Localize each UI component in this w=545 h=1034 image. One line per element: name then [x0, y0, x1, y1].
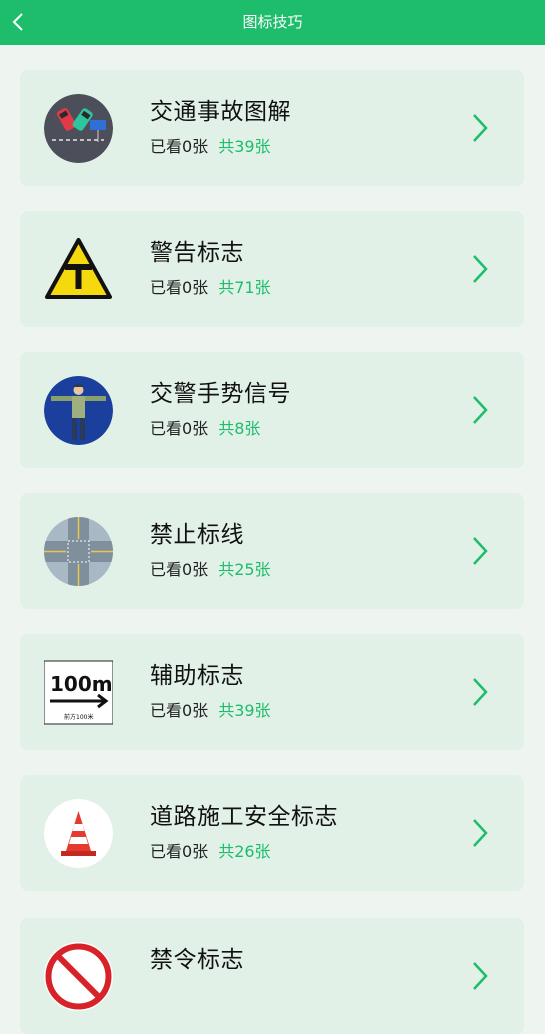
- chevron-right-icon: [473, 114, 488, 142]
- total-count: 共71张: [218, 278, 271, 297]
- total-count: 共8张: [218, 419, 261, 438]
- list-item-auxiliary[interactable]: 100m 前方100米 辅助标志 已看0张 共39张: [20, 634, 524, 750]
- item-title: 禁令标志: [150, 947, 244, 973]
- total-count: 共39张: [218, 701, 271, 720]
- item-title: 交通事故图解: [150, 99, 291, 125]
- seen-count: 已看0张: [150, 278, 209, 297]
- item-stats: 已看0张 共26张: [150, 838, 271, 862]
- chevron-right-icon: [473, 255, 488, 283]
- traffic-cone-icon: [44, 799, 113, 868]
- seen-count: 已看0张: [150, 842, 209, 861]
- total-count: 共25张: [218, 560, 271, 579]
- item-title: 禁止标线: [150, 522, 244, 548]
- chevron-right-icon: [473, 537, 488, 565]
- item-title: 警告标志: [150, 240, 244, 266]
- auxiliary-sign-icon: 100m 前方100米: [44, 658, 113, 727]
- prohibition-sign-icon: [44, 942, 113, 1011]
- list-item-police-gesture[interactable]: 交警手势信号 已看0张 共8张: [20, 352, 524, 468]
- list-item-warning[interactable]: 警告标志 已看0张 共71张: [20, 211, 524, 327]
- police-gesture-icon: [44, 376, 113, 445]
- chevron-right-icon: [473, 678, 488, 706]
- total-count: 共39张: [218, 137, 271, 156]
- item-title: 道路施工安全标志: [150, 804, 338, 830]
- item-stats: 已看0张 共8张: [150, 415, 260, 439]
- road-marking-icon: [44, 517, 113, 586]
- chevron-right-icon: [473, 962, 488, 990]
- total-count: 共26张: [218, 842, 271, 861]
- list-item-road-marking[interactable]: 禁止标线 已看0张 共25张: [20, 493, 524, 609]
- page-title: 图标技巧: [242, 13, 303, 31]
- seen-count: 已看0张: [150, 560, 209, 579]
- seen-count: 已看0张: [150, 137, 209, 156]
- traffic-accident-icon: [44, 94, 113, 163]
- list-item-construction[interactable]: 道路施工安全标志 已看0张 共26张: [20, 775, 524, 891]
- list-item-prohibition[interactable]: 禁令标志: [20, 918, 524, 1034]
- svg-text:前方100米: 前方100米: [64, 713, 93, 721]
- item-stats: 已看0张 共25张: [150, 556, 271, 580]
- item-title: 辅助标志: [150, 663, 244, 689]
- svg-text:100m: 100m: [50, 672, 113, 696]
- item-stats: 已看0张 共39张: [150, 133, 271, 157]
- list-item-accident[interactable]: 交通事故图解 已看0张 共39张: [20, 70, 524, 186]
- chevron-right-icon: [473, 396, 488, 424]
- item-title: 交警手势信号: [150, 381, 291, 407]
- chevron-right-icon: [473, 819, 488, 847]
- app-header: 图标技巧: [0, 0, 545, 45]
- item-stats: 已看0张 共71张: [150, 274, 271, 298]
- seen-count: 已看0张: [150, 701, 209, 720]
- item-stats: 已看0张 共39张: [150, 697, 271, 721]
- seen-count: 已看0张: [150, 419, 209, 438]
- warning-sign-icon: [44, 235, 113, 304]
